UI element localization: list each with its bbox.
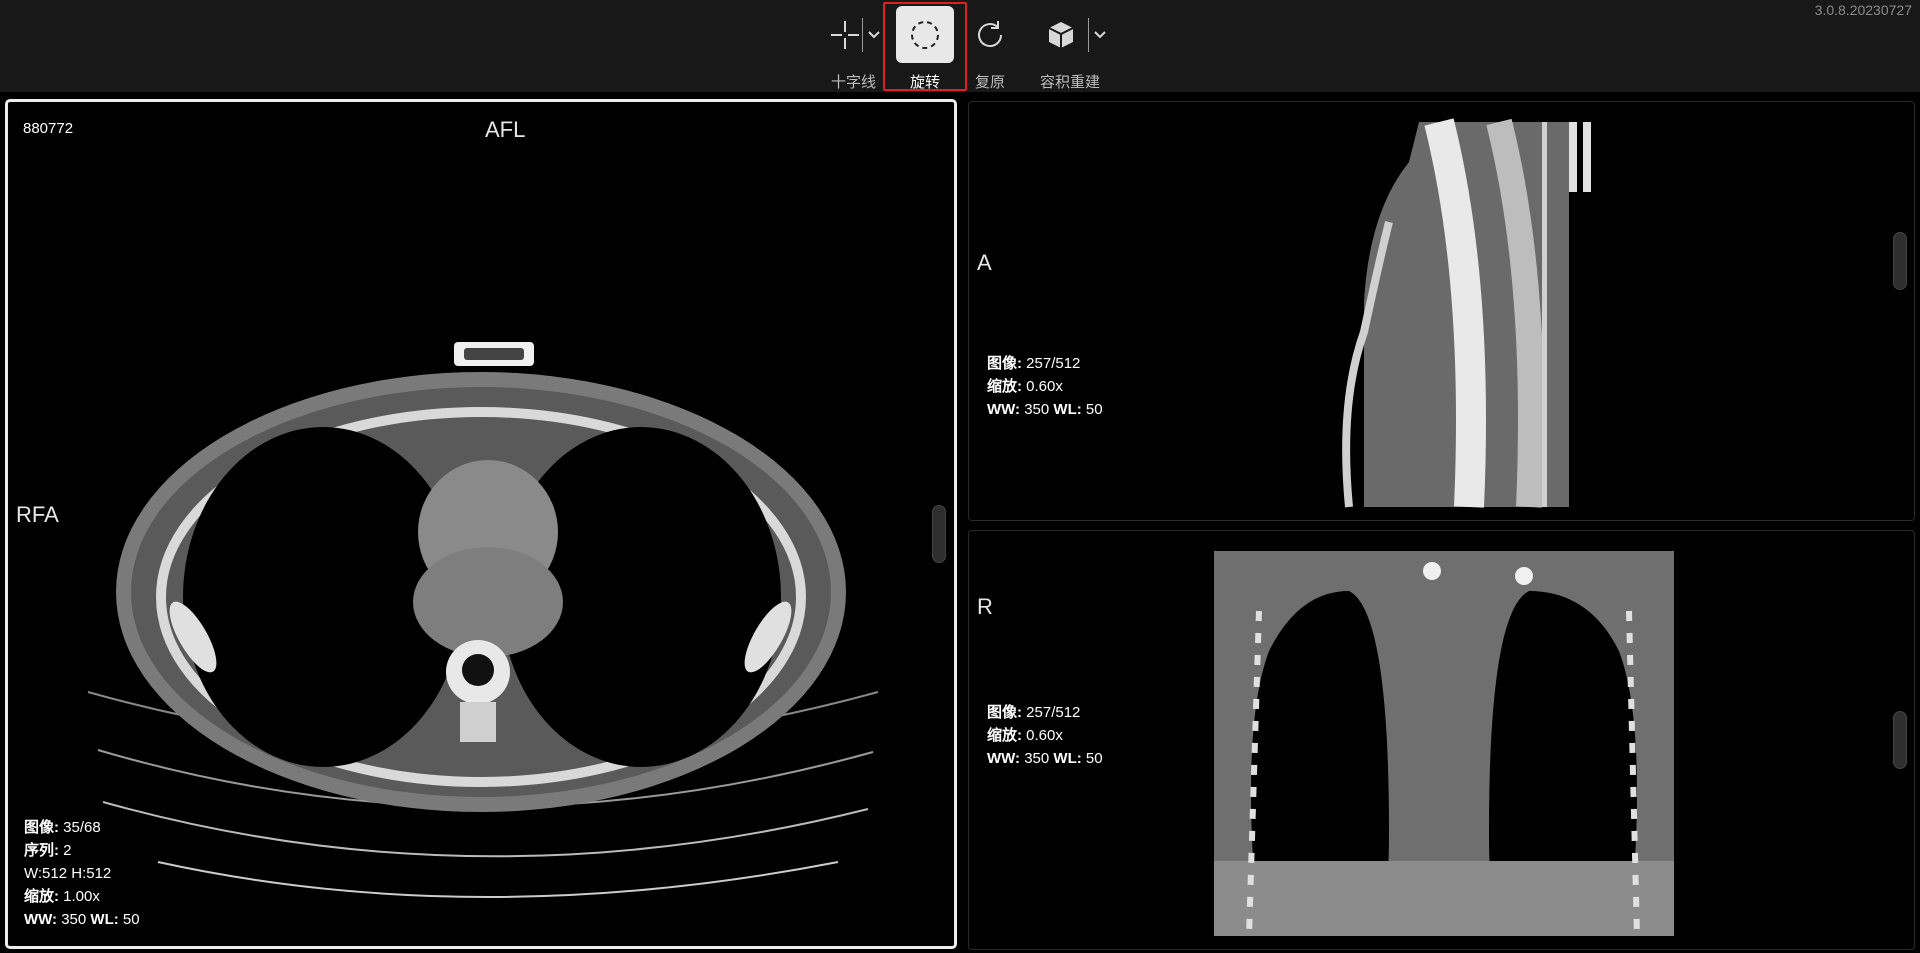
- image-size-line: W:512 H:512: [24, 865, 112, 882]
- series-line: 序列: 2: [24, 842, 72, 859]
- zoom-line: 缩放: 0.60x: [987, 378, 1063, 395]
- axial-viewport[interactable]: 880772 AFL RFA 图像: 35/68 序列: 2 W:512 H:5…: [5, 99, 957, 949]
- window-line: WW: 350 WL: 50: [987, 401, 1103, 418]
- zoom-line: 缩放: 0.60x: [987, 727, 1063, 744]
- chevron-down-icon: [1093, 31, 1106, 39]
- slice-scrollbar[interactable]: [1893, 711, 1907, 769]
- sagittal-ct-image: [1309, 118, 1591, 508]
- version-label: 3.0.8.20230727: [1814, 2, 1912, 18]
- zoom-line: 缩放: 1.00x: [24, 888, 100, 905]
- reset-tool-button[interactable]: 复原: [963, 0, 1017, 92]
- slice-scrollbar[interactable]: [932, 505, 946, 563]
- reset-icon: [961, 6, 1019, 63]
- window-line: WW: 350 WL: 50: [24, 911, 140, 928]
- crosshair-dropdown-button[interactable]: [862, 18, 884, 52]
- active-tool-highlight: [883, 2, 967, 91]
- coronal-viewport[interactable]: R 图像: 257/512 缩放: 0.60x WW: 350 WL: 50: [968, 530, 1915, 950]
- volume-dropdown-button[interactable]: [1088, 18, 1110, 52]
- slice-scrollbar[interactable]: [1893, 232, 1907, 290]
- image-index-line: 图像: 257/512: [987, 704, 1081, 721]
- orientation-left-label: R: [977, 594, 993, 619]
- sagittal-info-overlay: 图像: 257/512 缩放: 0.60x WW: 350 WL: 50: [987, 352, 1103, 421]
- image-index-line: 图像: 35/68: [24, 819, 101, 836]
- patient-id: 880772: [23, 120, 74, 137]
- chevron-down-icon: [867, 31, 880, 39]
- cube-icon: [1032, 6, 1090, 63]
- crosshair-label: 十字线: [831, 74, 877, 91]
- coronal-ct-image: [1214, 551, 1674, 937]
- sagittal-viewport[interactable]: A 图像: 257/512 缩放: 0.60x WW: 350 WL: 50: [968, 101, 1915, 521]
- toolbar: 3.0.8.20230727 十字线 旋转 复原 容积重建: [0, 0, 1920, 92]
- orientation-top-label: AFL: [485, 117, 526, 142]
- coronal-info-overlay: 图像: 257/512 缩放: 0.60x WW: 350 WL: 50: [987, 701, 1103, 770]
- orientation-left-label: RFA: [16, 502, 59, 527]
- axial-ct-image: [87, 342, 879, 898]
- axial-info-overlay: 图像: 35/68 序列: 2 W:512 H:512 缩放: 1.00x WW…: [24, 816, 140, 931]
- image-index-line: 图像: 257/512: [987, 355, 1081, 372]
- window-line: WW: 350 WL: 50: [987, 750, 1103, 767]
- volume-reconstruction-label: 容积重建: [1039, 74, 1100, 91]
- reset-label: 复原: [974, 74, 1005, 91]
- orientation-left-label: A: [977, 250, 992, 275]
